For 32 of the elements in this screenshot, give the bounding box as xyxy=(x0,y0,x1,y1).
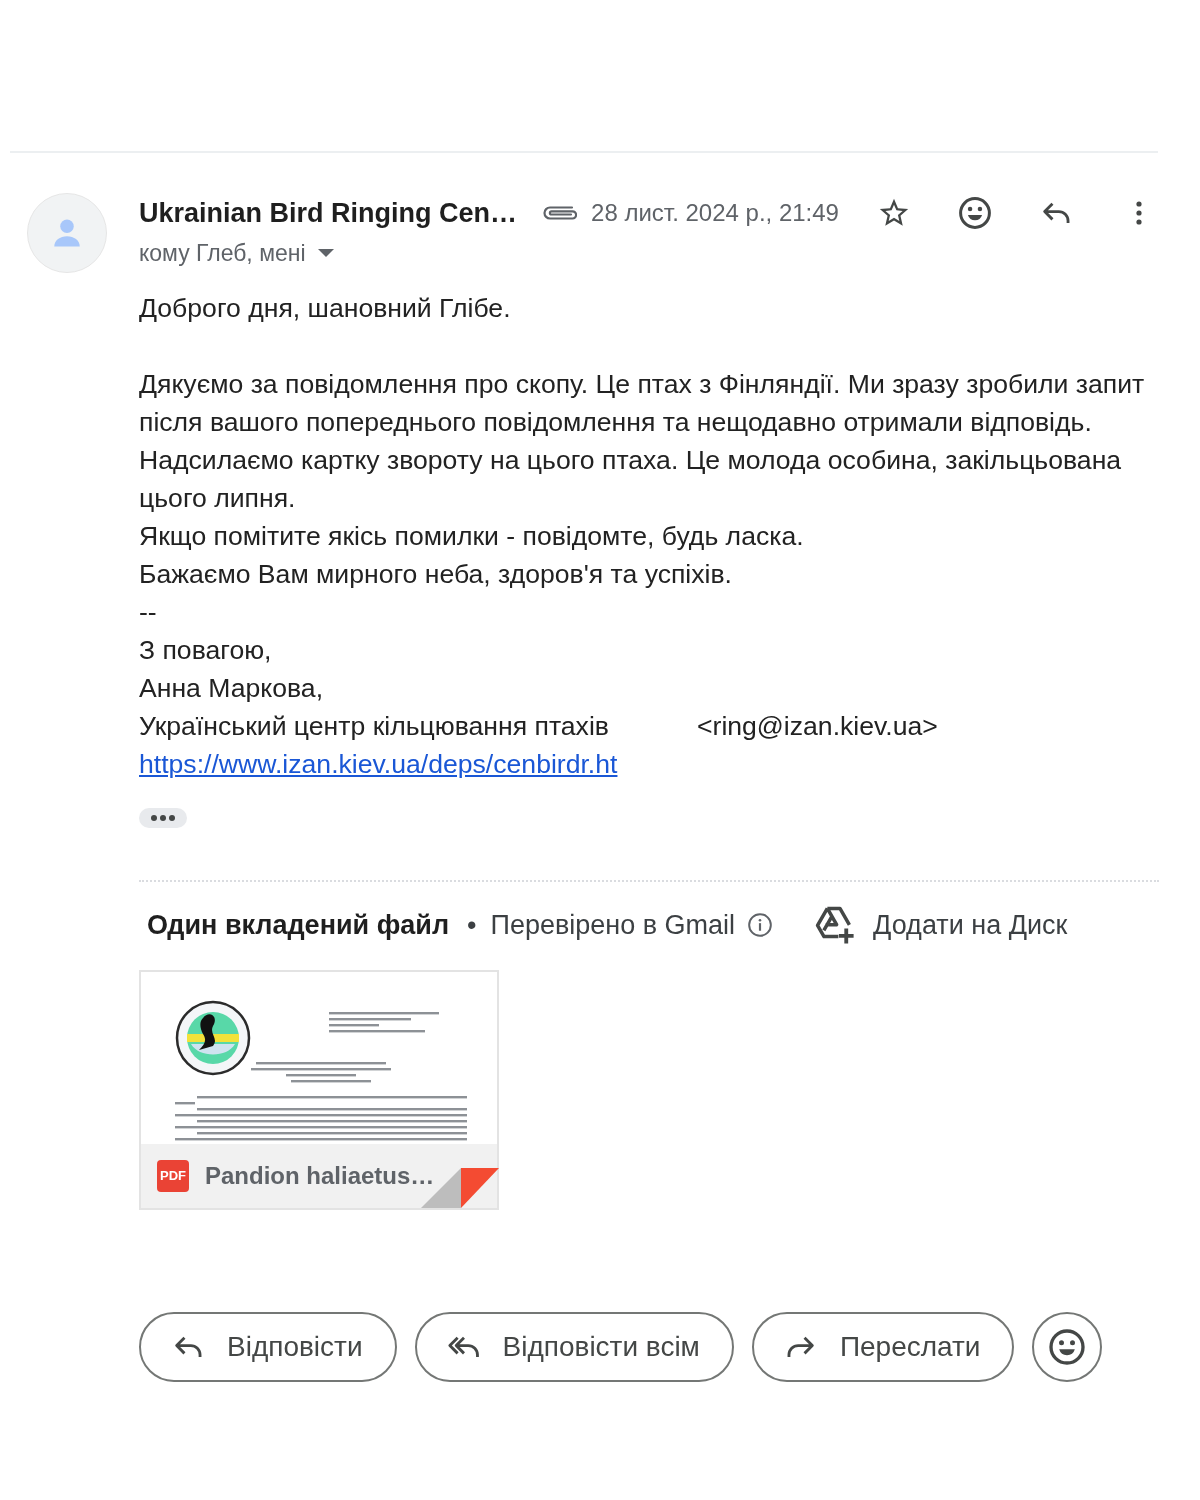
attachment-card[interactable]: PDF Pandion haliaetus… xyxy=(139,970,499,1210)
smiley-icon[interactable] xyxy=(957,195,993,231)
add-to-drive-button[interactable]: Додати на Диск xyxy=(813,904,1068,946)
more-options-icon[interactable] xyxy=(1136,201,1142,225)
message-date: 28 лист. 2024 р., 21:49 xyxy=(591,198,839,228)
organization-name: Український центр кільцювання птахів xyxy=(139,710,610,743)
forward-button[interactable]: Переслати xyxy=(751,1312,1015,1382)
email-address: <ring@izan.kiev.ua> xyxy=(697,710,938,743)
recipients-text: кому Глеб, мені xyxy=(139,238,306,268)
dropdown-caret-icon[interactable] xyxy=(317,249,334,257)
body-text: Доброго дня, шановний Глібе. xyxy=(139,292,512,325)
show-trimmed-button[interactable] xyxy=(139,808,187,828)
body-text: Бажаємо Вам мирного неба, здоров'я та успіхів. xyxy=(139,558,733,591)
body-text: Дякуємо за повідомлення про скопу. Це птах з Фінляндії. Ми зразу зробили запит після вашого попереднього повідомлення та нещодавно отримали відповідь. Надсилаємо картку звороту на цього птаха. Це молода особина, закільцьована цього липня. xyxy=(139,368,1146,515)
attachment-filename: Pandion haliaetus… xyxy=(205,1161,435,1191)
attachments-title: Один вкладений файл xyxy=(147,908,450,942)
body-text: Анна Маркова, xyxy=(139,672,325,705)
file-type-label: PDF xyxy=(157,1160,189,1192)
body-text: -- xyxy=(139,596,158,629)
info-icon[interactable] xyxy=(747,912,774,938)
verified-text: Перевірено в Gmail xyxy=(490,908,736,942)
sender-name: Ukrainian Bird Ringing Cen… xyxy=(139,196,518,230)
separator-text: • xyxy=(467,908,477,942)
drive-add-icon xyxy=(813,904,856,946)
body-text: З повагою, xyxy=(139,634,273,667)
paperclip-icon xyxy=(541,203,578,223)
reply-all-button[interactable]: Відповісти всім xyxy=(414,1312,734,1382)
ellipsis-icon xyxy=(151,815,175,821)
website-link[interactable]: https://www.izan.kiev.ua/deps/cenbirdr.ht xyxy=(139,749,618,779)
reply-button[interactable]: Відповісти xyxy=(139,1312,397,1382)
smiley-icon xyxy=(1047,1327,1088,1367)
body-text: Якщо помітите якісь помилки - повідомте, будь ласка. xyxy=(139,520,805,553)
